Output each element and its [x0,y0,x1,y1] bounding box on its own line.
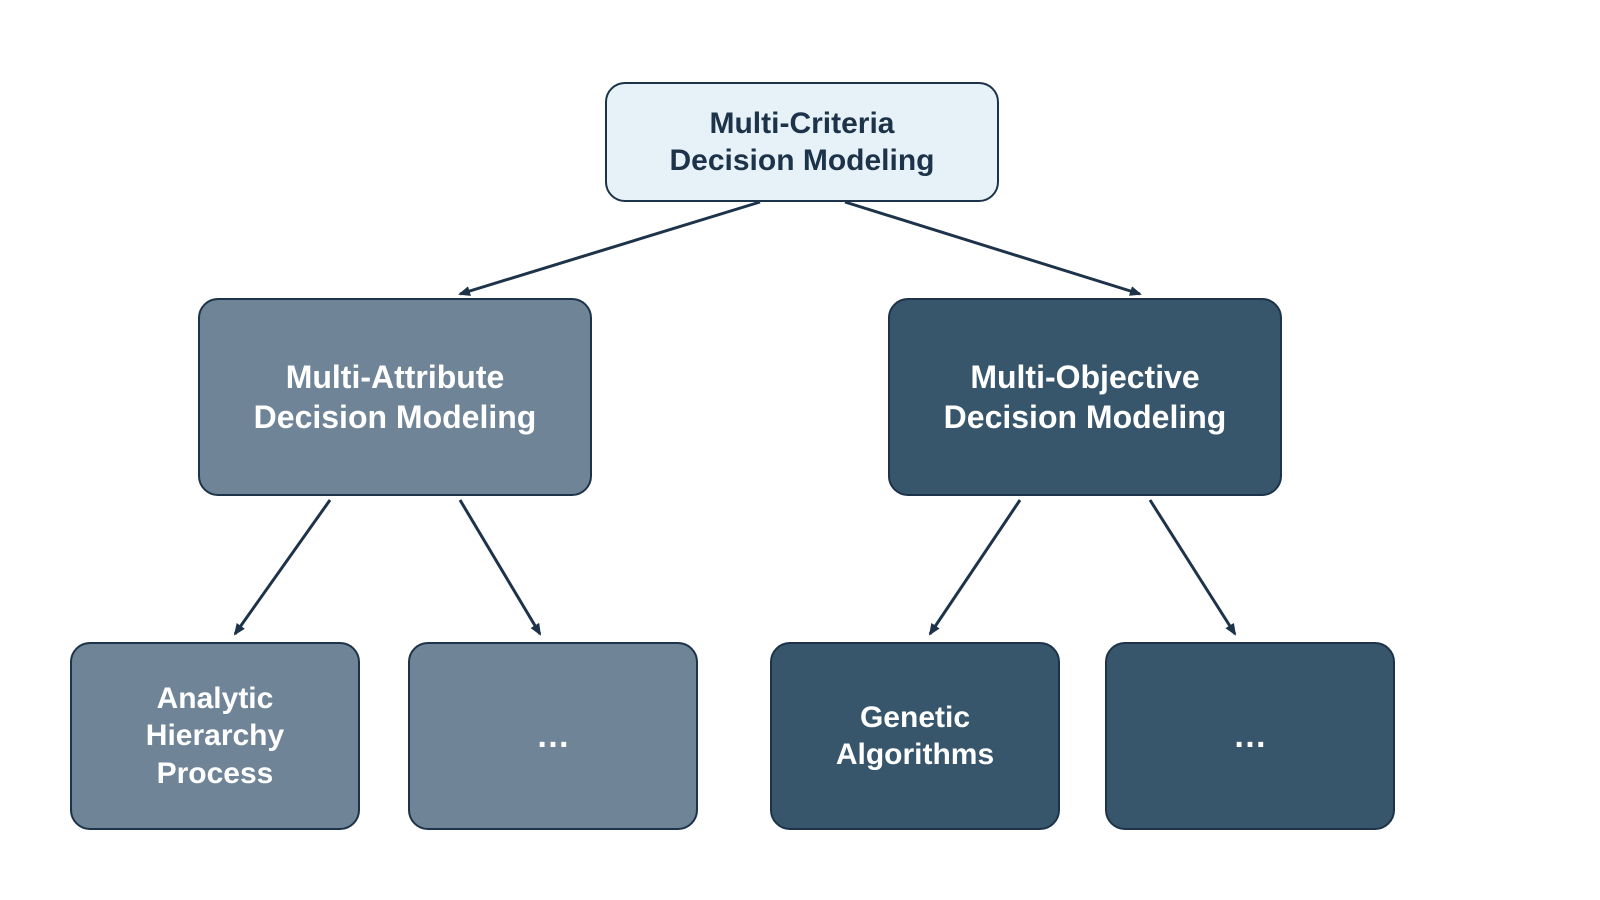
node-root-line1: Multi-Criteria [669,105,934,143]
node-right-child-1-line2: Algorithms [836,736,994,774]
node-left-child-1-line3: Process [146,755,284,793]
node-right-child-1-line1: Genetic [836,699,994,737]
node-right-child-2-label: … [1233,715,1267,758]
diagram-canvas: Multi-Criteria Decision Modeling Multi-A… [0,0,1600,900]
node-right-line1: Multi-Objective [944,357,1227,397]
node-left-line2: Decision Modeling [254,397,537,437]
node-right-branch: Multi-Objective Decision Modeling [888,298,1282,496]
node-left-branch: Multi-Attribute Decision Modeling [198,298,592,496]
node-left-child-2-label: … [536,715,570,758]
node-left-child-1-line1: Analytic [146,680,284,718]
node-root-line2: Decision Modeling [669,142,934,180]
node-root: Multi-Criteria Decision Modeling [605,82,999,202]
node-left-child-1: Analytic Hierarchy Process [70,642,360,830]
node-right-child-1: Genetic Algorithms [770,642,1060,830]
node-left-child-1-line2: Hierarchy [146,717,284,755]
node-left-line1: Multi-Attribute [254,357,537,397]
node-left-child-2: … [408,642,698,830]
node-right-line2: Decision Modeling [944,397,1227,437]
node-right-child-2: … [1105,642,1395,830]
